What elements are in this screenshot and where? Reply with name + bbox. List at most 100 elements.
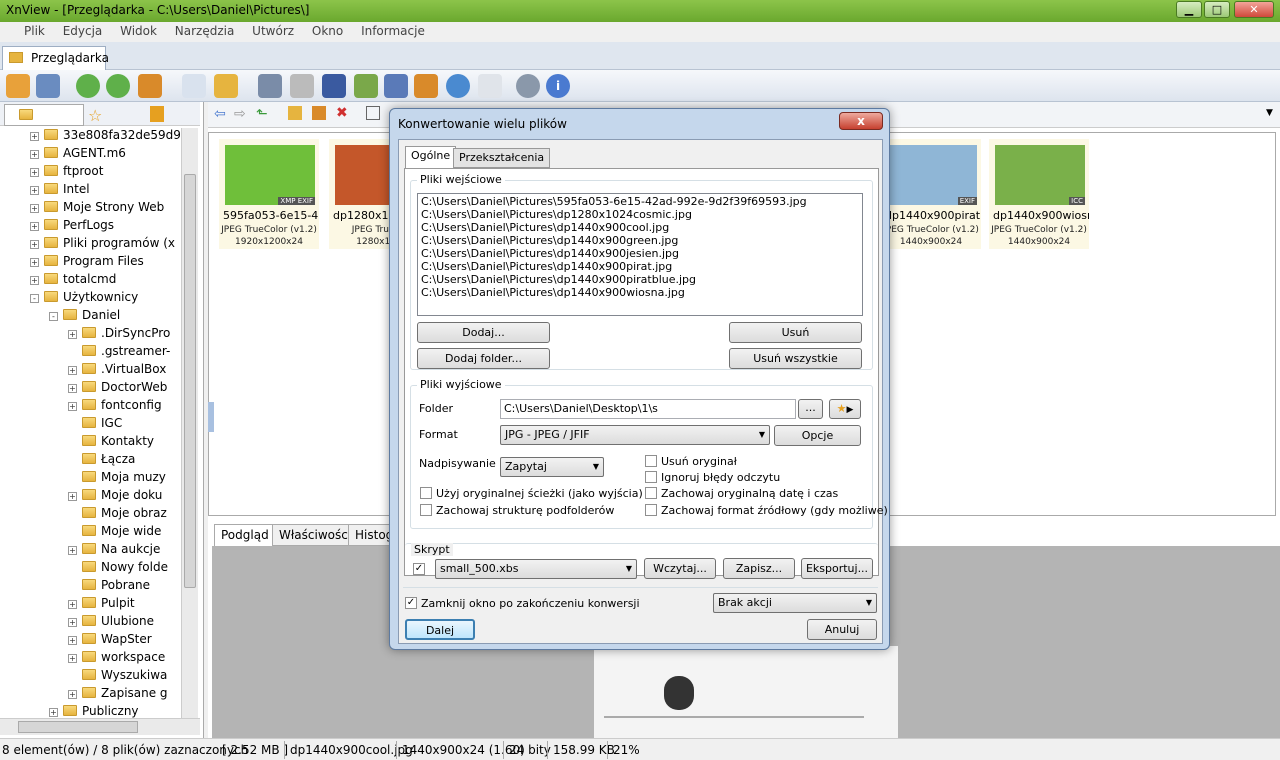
file-list-item[interactable]: C:\Users\Daniel\Pictures\dp1440x900green… bbox=[421, 234, 859, 247]
tree-node[interactable]: + .DirSyncPro bbox=[68, 326, 170, 344]
tree-node[interactable]: - Użytkownicy bbox=[30, 290, 138, 308]
tree-node[interactable]: + Pulpit bbox=[68, 596, 135, 614]
print-icon[interactable] bbox=[290, 74, 314, 98]
next-button[interactable]: Dalej bbox=[405, 619, 475, 640]
fullscreen-icon[interactable] bbox=[36, 74, 60, 98]
favorites-star-icon[interactable]: ☆ bbox=[88, 106, 102, 125]
file-list-item[interactable]: C:\Users\Daniel\Pictures\dp1440x900wiosn… bbox=[421, 286, 859, 299]
remove-all-button[interactable]: Usuń wszystkie bbox=[729, 348, 862, 369]
info-icon[interactable]: i bbox=[546, 74, 570, 98]
tree-scrollbar[interactable] bbox=[181, 128, 198, 728]
tree-node[interactable]: + Moje doku bbox=[68, 488, 162, 506]
cancel-button[interactable]: Anuluj bbox=[807, 619, 877, 640]
options-button[interactable]: Opcje bbox=[774, 425, 861, 446]
expand-icon[interactable]: + bbox=[30, 258, 39, 267]
browser-icon[interactable] bbox=[6, 74, 30, 98]
scan-icon[interactable] bbox=[322, 74, 346, 98]
thumbnail-item[interactable]: EXIF dp1440x900pirat... JPEG TrueColor (v1… bbox=[881, 139, 981, 249]
folder-input[interactable]: C:\Users\Daniel\Desktop\1\s bbox=[500, 399, 796, 419]
copy-icon[interactable] bbox=[214, 74, 238, 98]
rotate-left-icon[interactable] bbox=[76, 74, 100, 98]
tree-node[interactable]: + workspace bbox=[68, 650, 165, 668]
menu-narzedzia[interactable]: Narzędzia bbox=[168, 22, 242, 40]
tab-folders[interactable] bbox=[4, 104, 84, 126]
web-icon[interactable] bbox=[446, 74, 470, 98]
collapse-icon[interactable]: - bbox=[30, 294, 39, 303]
script-select[interactable]: small_500.xbs ▼ bbox=[435, 559, 637, 579]
overwrite-select[interactable]: Zapytaj ▼ bbox=[500, 457, 604, 477]
menu-plik[interactable]: Plik bbox=[0, 22, 52, 40]
browse-button[interactable]: ... bbox=[798, 399, 823, 419]
tree-hscrollbar[interactable] bbox=[0, 718, 200, 735]
menu-utworz[interactable]: Utwórz bbox=[245, 22, 301, 40]
expand-icon[interactable]: + bbox=[68, 690, 77, 699]
menu-edycja[interactable]: Edycja bbox=[56, 22, 110, 40]
expand-icon[interactable]: + bbox=[49, 708, 58, 717]
input-file-list[interactable]: C:\Users\Daniel\Pictures\595fa053-6e15-4… bbox=[417, 193, 863, 316]
action-select[interactable]: Brak akcji ▼ bbox=[713, 593, 877, 613]
expand-icon[interactable]: + bbox=[68, 366, 77, 375]
tree-node[interactable]: Wyszukiwa bbox=[68, 668, 167, 686]
tree-node[interactable]: + Na aukcje bbox=[68, 542, 160, 560]
capture-icon[interactable] bbox=[384, 74, 408, 98]
tree-node[interactable]: + totalcmd bbox=[30, 272, 116, 290]
close-button[interactable]: ✕ bbox=[1234, 1, 1274, 18]
expand-icon[interactable]: + bbox=[68, 330, 77, 339]
view-mode-icon[interactable] bbox=[366, 106, 380, 120]
tab-przeksztalcenia[interactable]: Przekształcenia bbox=[453, 148, 551, 168]
expand-icon[interactable]: + bbox=[68, 654, 77, 663]
tree-node[interactable]: Kontakty bbox=[68, 434, 154, 452]
file-list-item[interactable]: C:\Users\Daniel\Pictures\dp1280x1024cosm… bbox=[421, 208, 859, 221]
expand-icon[interactable]: + bbox=[68, 384, 77, 393]
expand-icon[interactable]: + bbox=[68, 546, 77, 555]
expand-icon[interactable]: + bbox=[30, 222, 39, 231]
categories-icon[interactable] bbox=[150, 106, 164, 122]
menu-widok[interactable]: Widok bbox=[113, 22, 164, 40]
expand-icon[interactable]: + bbox=[30, 240, 39, 249]
file-list-item[interactable]: C:\Users\Daniel\Pictures\dp1440x900jesie… bbox=[421, 247, 859, 260]
tab-podglad[interactable]: Podgląd bbox=[214, 524, 276, 546]
scrollbar-thumb[interactable] bbox=[184, 174, 196, 588]
expand-icon[interactable]: + bbox=[30, 150, 39, 159]
expand-icon[interactable]: + bbox=[68, 636, 77, 645]
tree-node[interactable]: Moje wide bbox=[68, 524, 161, 542]
tree-node[interactable]: + fontconfig bbox=[68, 398, 162, 416]
maximize-button[interactable]: □ bbox=[1204, 1, 1230, 18]
tree-node[interactable]: Moja muzy bbox=[68, 470, 166, 488]
collapse-icon[interactable]: - bbox=[49, 312, 58, 321]
keep-format-checkbox[interactable] bbox=[645, 504, 657, 516]
tab-ogolne[interactable]: Ogólne bbox=[405, 146, 457, 168]
thumbnail-item[interactable]: XMP EXIF 595fa053-6e15-4... JPEG TrueColor… bbox=[219, 139, 319, 249]
file-list-item[interactable]: C:\Users\Daniel\Pictures\dp1440x900cool.… bbox=[421, 221, 859, 234]
batch-convert-icon[interactable] bbox=[354, 74, 378, 98]
gear-icon[interactable] bbox=[516, 74, 540, 98]
tree-node[interactable]: .gstreamer- bbox=[68, 344, 170, 362]
expand-icon[interactable]: + bbox=[30, 168, 39, 177]
tree-node[interactable]: - Daniel bbox=[49, 308, 120, 326]
tree-node[interactable]: Nowy folde bbox=[68, 560, 168, 578]
ignore-errors-checkbox[interactable] bbox=[645, 471, 657, 483]
slideshow-icon[interactable] bbox=[414, 74, 438, 98]
add-folder-button[interactable]: Dodaj folder... bbox=[417, 348, 550, 369]
menu-informacje[interactable]: Informacje bbox=[354, 22, 432, 40]
tab-przegladarka[interactable]: Przeglądarka bbox=[2, 46, 109, 70]
script-checkbox[interactable]: ✓ bbox=[413, 563, 425, 575]
tree-node[interactable]: + Ulubione bbox=[68, 614, 154, 632]
expand-icon[interactable]: + bbox=[68, 600, 77, 609]
expand-icon[interactable]: + bbox=[68, 618, 77, 627]
tree-node[interactable]: + Pliki programów (x bbox=[30, 236, 175, 254]
tree-node[interactable]: + Moje Strony Web bbox=[30, 200, 164, 218]
contact-sheet-icon[interactable] bbox=[478, 74, 502, 98]
tree-node[interactable]: + Zapisane g bbox=[68, 686, 168, 704]
favorite-folder-button[interactable]: ★▶ bbox=[829, 399, 861, 419]
tree-node[interactable]: Pobrane bbox=[68, 578, 150, 596]
save-button[interactable]: Zapisz... bbox=[723, 558, 795, 579]
load-button[interactable]: Wczytaj... bbox=[644, 558, 716, 579]
export-button[interactable]: Eksportuj... bbox=[801, 558, 873, 579]
expand-icon[interactable]: + bbox=[30, 132, 39, 141]
expand-icon[interactable]: + bbox=[68, 492, 77, 501]
close-after-checkbox[interactable]: ✓ bbox=[405, 597, 417, 609]
new-folder-icon[interactable] bbox=[288, 106, 302, 120]
up-icon[interactable]: ⬑ bbox=[256, 106, 268, 122]
forward-icon[interactable]: ⇨ bbox=[234, 106, 246, 122]
